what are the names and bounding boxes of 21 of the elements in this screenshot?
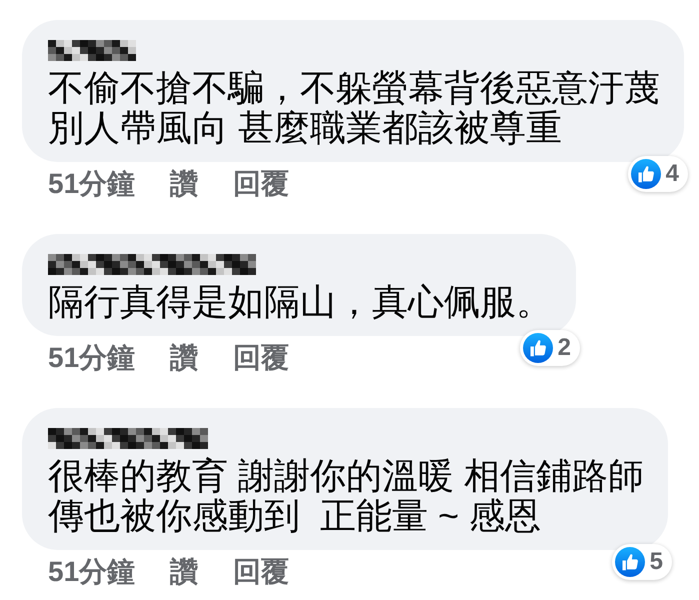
reaction-count: 4 [666,159,679,189]
like-link[interactable]: 讚 [170,342,198,374]
reaction-badge[interactable]: 2 [520,330,580,366]
thumbs-up-icon [614,547,645,577]
like-link[interactable]: 讚 [170,168,198,200]
reply-link[interactable]: 回覆 [233,168,290,200]
reaction-badge[interactable]: 4 [628,156,688,192]
comment-text: 不偷不搶不騙，不躲螢幕背後惡意汙蔑 別人帶風向 甚麼職業都該被尊重 [48,68,660,148]
thumbs-up-icon [522,333,553,363]
comment-text: 很棒的教育 謝謝你的溫暖 相信鋪路師 傳也被你感動到 正能量 ~ 感恩 [48,456,644,536]
reply-link[interactable]: 回覆 [233,556,290,588]
comment-text: 隔行真得是如隔山，真心佩服。 [48,282,552,322]
thumbs-up-icon [630,159,661,189]
reply-link[interactable]: 回覆 [233,342,290,374]
reaction-badge[interactable]: 5 [612,544,672,580]
timestamp-link[interactable]: 51分鐘 [48,168,136,200]
timestamp-link[interactable]: 51分鐘 [48,342,136,374]
timestamp-link[interactable]: 51分鐘 [48,556,136,588]
like-link[interactable]: 讚 [170,556,198,588]
reaction-count: 2 [558,333,571,363]
reaction-count: 5 [650,547,664,577]
